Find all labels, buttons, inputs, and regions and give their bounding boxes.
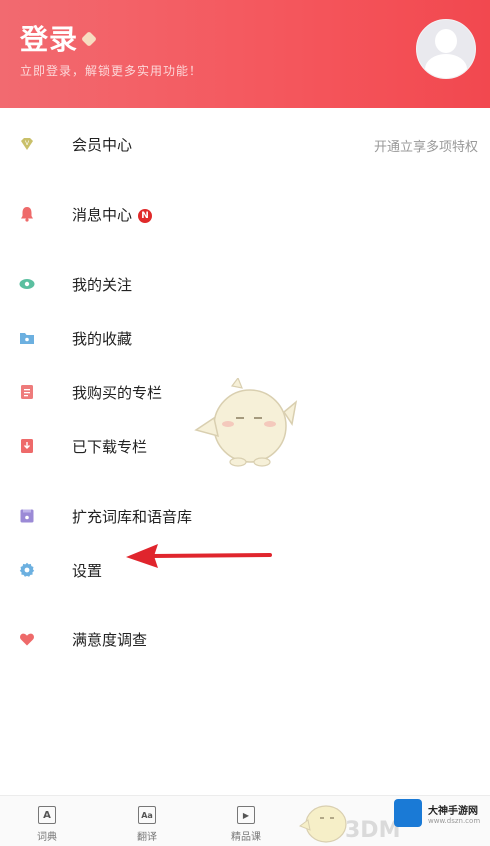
folder-star-icon	[20, 333, 34, 344]
watermark-3dm: 3DM	[345, 818, 401, 843]
menu-item-label: 设置	[72, 562, 103, 580]
menu-item-label: 满意度调查	[72, 631, 148, 649]
gear-icon	[19, 562, 35, 577]
bell-icon	[21, 207, 33, 222]
heart-icon	[20, 633, 34, 646]
document-icon	[21, 385, 33, 399]
tab-label: 词典	[37, 832, 57, 843]
menu-item-label: 我的关注	[72, 276, 133, 294]
tab-dictionary[interactable]: A 词典	[17, 806, 77, 843]
diamond-icon: V	[21, 138, 33, 150]
eye-icon	[19, 279, 35, 289]
tab-translate[interactable]: Aa 翻译	[117, 806, 177, 843]
menu-item-expand-library[interactable]: 扩充词库和语音库	[0, 498, 490, 534]
menu-item-vip[interactable]: V 会员中心 开通立享多项特权	[0, 126, 490, 162]
menu-item-survey[interactable]: 满意度调查	[0, 621, 490, 657]
avatar-head	[435, 29, 457, 53]
menu-item-label: 消息中心 N	[72, 204, 153, 225]
download-icon	[21, 439, 33, 453]
site-watermark: 大神手游网 www.dszn.com	[394, 799, 490, 839]
login-subtitle[interactable]: 立即登录，解锁更多实用功能！	[20, 62, 202, 79]
menu-item-following[interactable]: 我的关注	[0, 266, 490, 302]
mini-mascot-icon	[298, 805, 347, 843]
courses-icon: ▶	[237, 806, 255, 824]
tab-label: 精品课	[231, 832, 261, 843]
library-icon	[20, 509, 34, 523]
vip-badge-icon	[81, 31, 97, 47]
mascot-icon	[194, 378, 298, 467]
menu-item-label: 我的收藏	[72, 330, 133, 348]
new-badge: N	[138, 209, 153, 223]
dictionary-icon: A	[38, 806, 56, 824]
avatar-body	[425, 54, 467, 78]
tab-label: 翻译	[137, 832, 157, 843]
menu-item-label: 已下载专栏	[72, 438, 148, 456]
watermark-logo-icon	[394, 799, 422, 827]
watermark-title: 大神手游网	[428, 806, 478, 817]
messages-label: 消息中心	[72, 206, 133, 224]
vip-promo-text: 开通立享多项特权	[373, 140, 478, 155]
tab-courses[interactable]: ▶ 精品课	[216, 806, 276, 843]
menu-item-label: 扩充词库和语音库	[72, 508, 193, 526]
watermark-url: www.dszn.com	[428, 817, 481, 825]
translate-icon: Aa	[138, 806, 156, 824]
menu-item-favorites[interactable]: 我的收藏	[0, 320, 490, 356]
menu-item-label: 会员中心	[72, 136, 133, 154]
avatar[interactable]	[416, 19, 476, 79]
menu-item-messages[interactable]: 消息中心 N	[0, 196, 490, 232]
login-title[interactable]: 登录	[20, 18, 78, 58]
profile-header: 登录 立即登录，解锁更多实用功能！	[0, 0, 490, 108]
menu-item-label: 我购买的专栏	[72, 384, 163, 402]
annotation-arrow-icon	[126, 544, 272, 568]
